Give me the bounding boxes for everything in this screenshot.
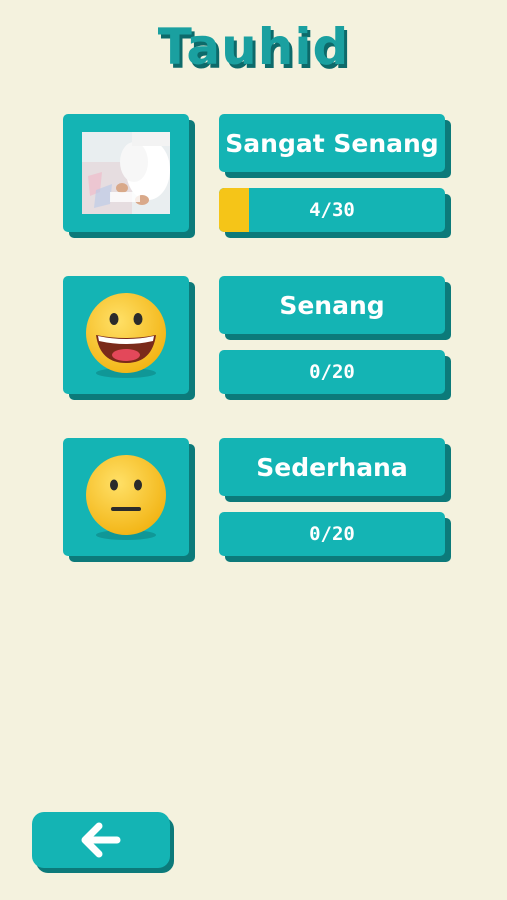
- back-button[interactable]: [32, 812, 170, 868]
- level-3-button[interactable]: Sederhana: [219, 438, 445, 496]
- level-2-button[interactable]: Senang: [219, 276, 445, 334]
- level-3-label: Sederhana: [256, 452, 408, 482]
- level-2-thumbnail[interactable]: [63, 276, 189, 394]
- arrow-left-icon: [81, 822, 121, 858]
- level-1-progress-text: 4/30: [309, 199, 355, 221]
- level-1-progress-bar: 4/30: [219, 188, 445, 232]
- level-3-thumbnail[interactable]: [63, 438, 189, 556]
- level-1-progress-fill: [219, 188, 250, 232]
- big-smile-emoji-icon: [86, 293, 166, 378]
- level-2-progress-text: 0/20: [309, 361, 355, 383]
- neutral-face-emoji-icon: [86, 455, 166, 540]
- level-3-progress-text: 0/20: [309, 523, 355, 545]
- level-2-label: Senang: [279, 290, 385, 320]
- level-3-progress-bar: 0/20: [219, 512, 445, 556]
- level-2-progress-bar: 0/20: [219, 350, 445, 394]
- level-1-thumbnail[interactable]: [63, 114, 189, 232]
- level-1-label: Sangat Senang: [225, 128, 439, 158]
- page-title: Tauhid: [157, 18, 350, 76]
- level-1-button[interactable]: Sangat Senang: [219, 114, 445, 172]
- prayer-photo: [82, 132, 170, 214]
